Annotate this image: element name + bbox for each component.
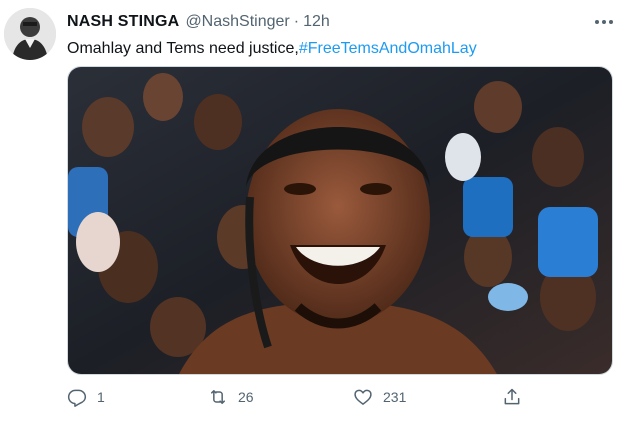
more-dot [602,20,606,24]
tweet-actions: 1 26 231 [67,385,607,409]
retweet-count: 26 [238,389,254,405]
reply-button[interactable]: 1 [67,385,105,409]
tweet-text: Omahlay and Tems need justice,#FreeTemsA… [67,38,477,60]
separator-dot: · [293,13,300,30]
like-button[interactable]: 231 [353,385,406,409]
timestamp[interactable]: 12h [303,13,330,31]
retweet-icon [211,390,225,404]
heart-icon [354,389,372,405]
reply-icon [67,389,87,407]
crowd-selfie-photo [68,67,612,374]
display-name[interactable]: NASH STINGA [67,13,179,31]
share-icon [504,388,520,405]
retweet-button[interactable]: 26 [208,385,254,409]
reply-count: 1 [97,389,105,405]
like-count: 231 [383,389,407,405]
tweet-header: NASH STINGA @NashStinger · 12h [67,13,330,35]
tweet: NASH STINGA @NashStinger · 12h Omahlay a… [0,0,640,425]
avatar-image [4,8,56,60]
hashtag-link[interactable]: #FreeTemsAndOmahLay [299,40,477,57]
tweet-body: Omahlay and Tems need justice, [67,40,299,57]
user-handle[interactable]: @NashStinger [185,13,289,31]
share-button[interactable] [502,385,522,409]
more-dot [609,20,613,24]
avatar[interactable] [4,8,56,60]
more-horizontal-icon [595,20,599,24]
tweet-photo[interactable] [67,66,613,375]
more-options-button[interactable] [590,12,618,32]
